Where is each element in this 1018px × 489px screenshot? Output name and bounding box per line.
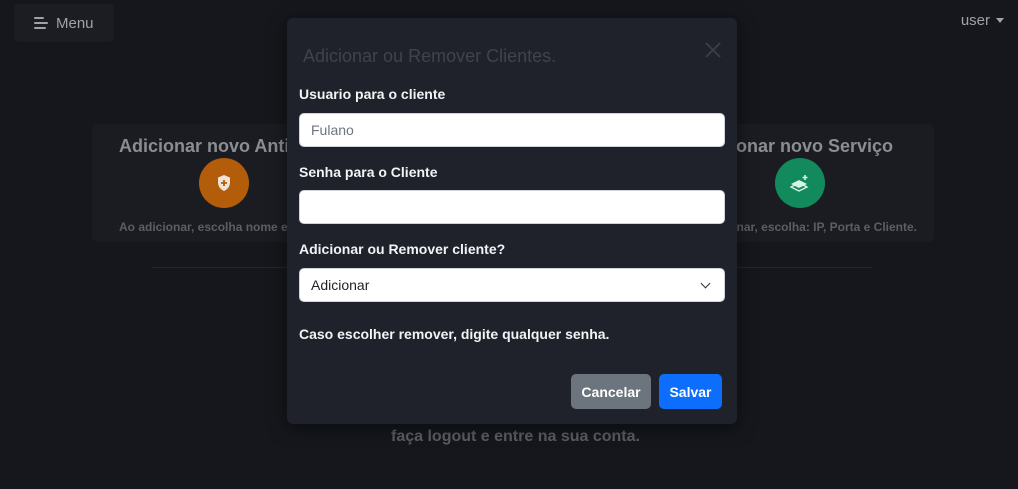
menu-label: Menu (56, 14, 94, 32)
close-icon[interactable] (705, 42, 721, 58)
modal-title: Adicionar ou Remover Clientes. (303, 46, 557, 66)
action-select[interactable]: Adicionar (299, 268, 725, 302)
user-label: user (960, 12, 990, 29)
layers-plus-icon (775, 158, 825, 208)
caret-down-icon (996, 18, 1004, 23)
card-title: Adicionar novo Anti-C (119, 136, 309, 156)
shield-plus-icon (199, 158, 249, 208)
cancel-button[interactable]: Cancelar (571, 374, 651, 409)
user-dropdown[interactable]: user (961, 12, 1004, 29)
logout-message: faça logout e entre na sua conta. (391, 428, 640, 445)
menu-button[interactable]: Menu (14, 4, 114, 42)
remove-hint: Caso escolher remover, digite qualquer s… (299, 326, 610, 342)
chevron-down-icon (700, 278, 711, 288)
save-button[interactable]: Salvar (659, 374, 722, 409)
menu-icon (34, 17, 48, 29)
card-description: Ao adicionar, escolha nome e (119, 220, 288, 234)
card-description: nar, escolha: IP, Porta e Cliente. (736, 220, 917, 234)
user-label: Usuario para o cliente (299, 86, 446, 102)
client-password-input[interactable] (299, 190, 725, 224)
password-label: Senha para o Cliente (299, 164, 438, 180)
action-label: Adicionar ou Remover cliente? (299, 241, 506, 257)
action-selected-value: Adicionar (311, 277, 370, 293)
manage-clients-modal: Adicionar ou Remover Clientes. Usuario p… (287, 18, 737, 424)
card-title: cionar novo Serviço (720, 136, 893, 156)
client-user-input[interactable] (299, 113, 725, 147)
